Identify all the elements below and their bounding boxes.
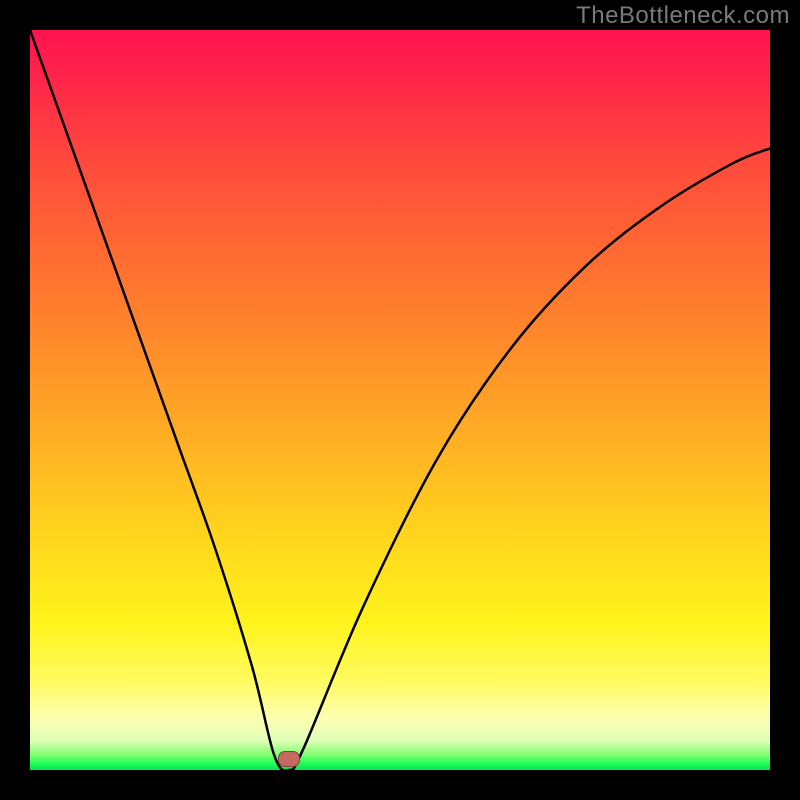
watermark-text: TheBottleneck.com <box>576 2 790 30</box>
bottleneck-curve <box>30 30 770 770</box>
plot-area <box>30 30 770 770</box>
optimum-marker <box>278 751 300 767</box>
chart-frame: TheBottleneck.com <box>0 0 800 800</box>
